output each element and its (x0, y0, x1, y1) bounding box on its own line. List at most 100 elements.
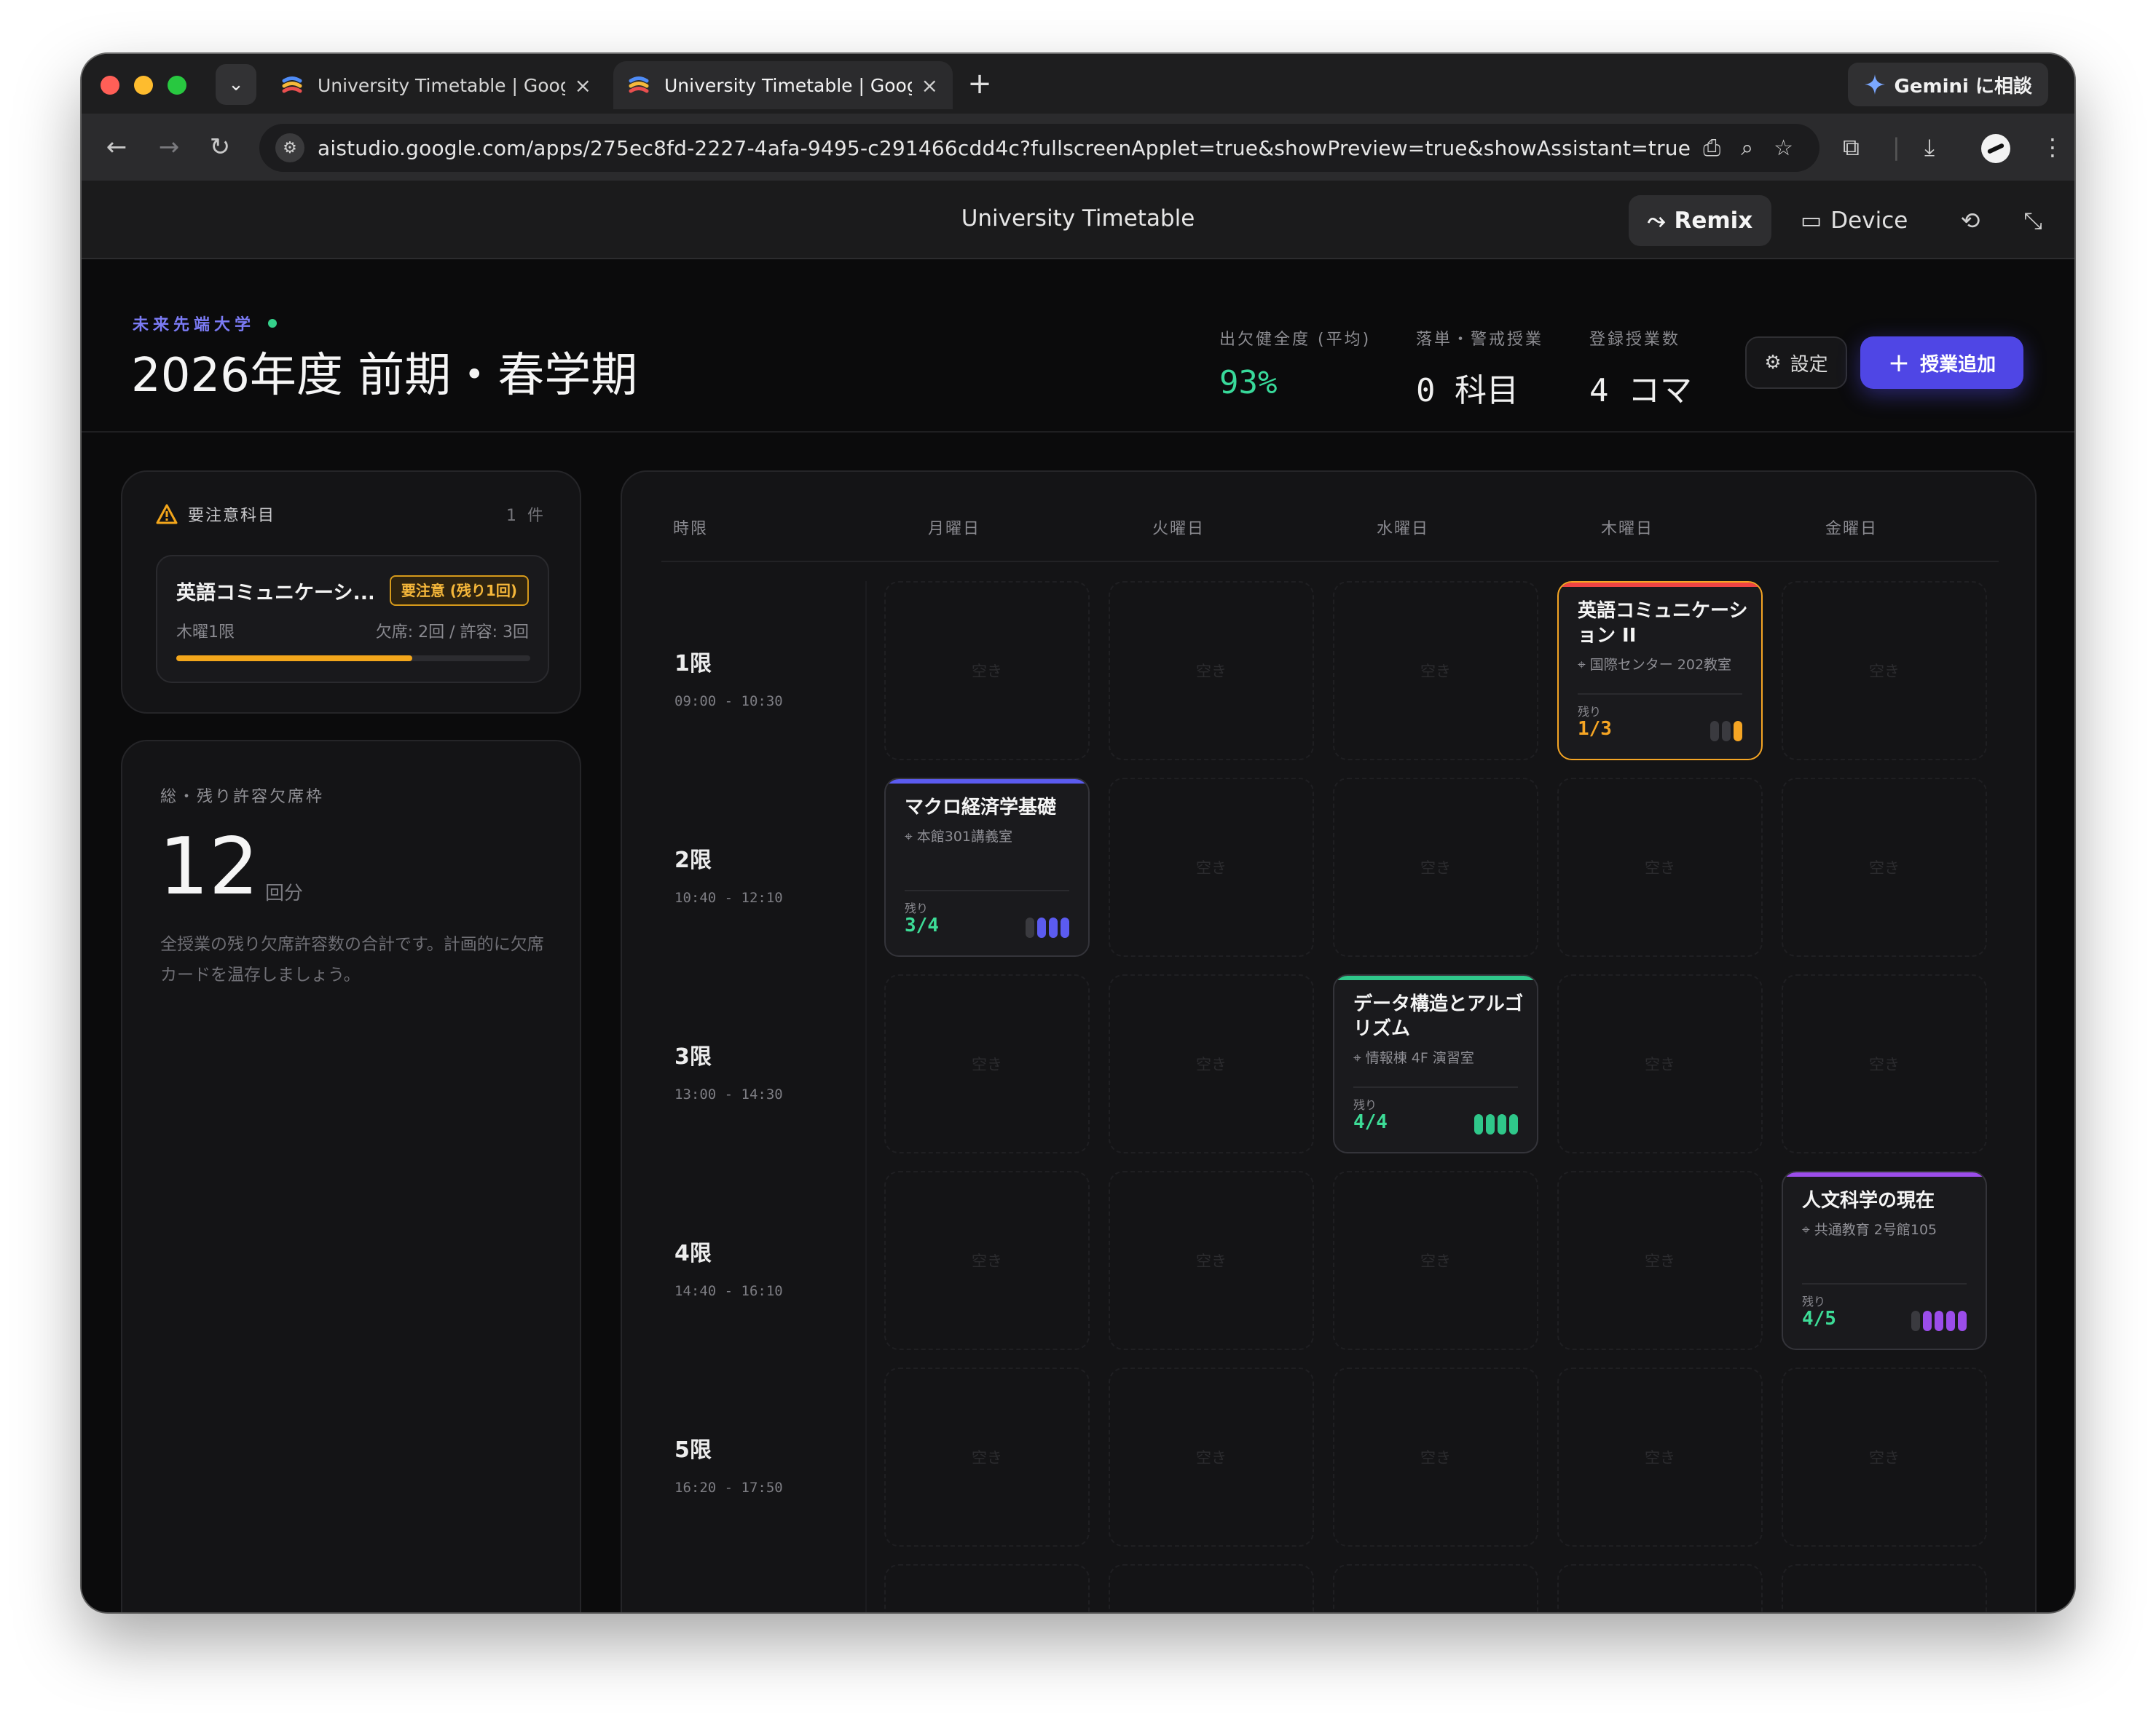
tab-search-button[interactable]: ⌄ (216, 64, 256, 105)
browser-tab-1[interactable]: University Timetable | Google AI Studio … (267, 61, 606, 109)
attendance-pip (1474, 1114, 1483, 1135)
empty-slot[interactable]: 空き (1333, 1368, 1538, 1547)
course-card[interactable]: データ構造とアルゴリズム ⌖ 情報棟 4F 演習室 残り 4/4 (1333, 974, 1538, 1153)
url-text[interactable]: aistudio.google.com/apps/275ec8fd-2227-4… (318, 136, 1691, 160)
bookmark-star-icon[interactable]: ☆ (1774, 135, 1793, 161)
empty-slot[interactable]: 空き (1557, 1171, 1763, 1350)
period-time: 09:00 - 10:30 (674, 693, 783, 709)
empty-slot-label: 空き (1645, 1449, 1675, 1467)
add-course-button[interactable]: + 授業追加 (1860, 336, 2023, 389)
empty-slot[interactable]: 空き (1782, 974, 1987, 1153)
remaining-caption: 残り (905, 902, 929, 915)
empty-slot[interactable]: 空き (1333, 1171, 1538, 1350)
exit-fullscreen-icon[interactable]: ⤡ (2015, 202, 2051, 239)
stat-value: 4 コマ (1589, 372, 1692, 409)
empty-slot[interactable]: 空き (1782, 581, 1987, 760)
close-icon[interactable]: × (575, 74, 591, 98)
reload-icon[interactable]: ↻ (202, 130, 237, 165)
empty-slot[interactable] (884, 1564, 1090, 1612)
empty-slot[interactable]: 空き (884, 974, 1090, 1153)
attendance-pip (1734, 721, 1742, 741)
extensions-icon[interactable]: ⧉ (1843, 130, 1860, 165)
gemini-sparkle-icon (1864, 74, 1885, 95)
attendance-pip (1923, 1311, 1932, 1331)
period-name: 2限 (674, 848, 712, 873)
browser-tab-2[interactable]: University Timetable | Google AI Studio … (613, 61, 953, 109)
attendance-pip (1946, 1311, 1955, 1331)
day-column-header: 水曜日 (1377, 520, 1430, 538)
course-room-text: 本館301講義室 (916, 829, 1013, 845)
warning-panel: 要注意科目 1 件 英語コミュニケーシ... 要注意 (残り1回) 木曜1限 欠… (121, 470, 581, 714)
zoom-icon[interactable]: ⌕ (1741, 135, 1753, 161)
attendance-pips (1026, 918, 1069, 938)
empty-slot[interactable]: 空き (1557, 974, 1763, 1153)
back-icon[interactable]: ← (99, 130, 134, 165)
course-card[interactable]: マクロ経済学基礎 ⌖ 本館301講義室 残り 3/4 (884, 778, 1090, 957)
empty-slot[interactable]: 空き (1109, 1171, 1314, 1350)
empty-slot[interactable]: 空き (884, 1171, 1090, 1350)
tab-title: University Timetable | Google AI Studio (318, 74, 565, 96)
minimize-window-button[interactable] (134, 76, 153, 95)
close-window-button[interactable] (101, 76, 119, 95)
gear-icon: ⚙ (1764, 352, 1782, 374)
remix-button[interactable]: ⤳ Remix (1629, 195, 1771, 246)
gemini-button[interactable]: Gemini に相談 (1847, 63, 2048, 106)
period-name: 3限 (674, 1044, 712, 1070)
settings-button[interactable]: ⚙ 設定 (1745, 336, 1847, 389)
ai-studio-favicon-icon (629, 76, 649, 93)
timetable-panel: 時限 月曜日 火曜日 水曜日 木曜日 金曜日 1限 09:00 - 10:30 2限 10:4… (621, 470, 2037, 1612)
empty-slot-label: 空き (1196, 1252, 1227, 1270)
period-label: 3限 13:00 - 14:30 (674, 1038, 783, 1102)
empty-slot[interactable]: 空き (1557, 778, 1763, 957)
empty-slot[interactable]: 空き (884, 1368, 1090, 1547)
card-divider (905, 890, 1069, 891)
more-menu-icon[interactable]: ⋮ (2041, 130, 2064, 165)
attendance-pips (1710, 721, 1742, 741)
device-button[interactable]: ▭ Device (1801, 195, 1908, 246)
course-remaining: 4/4 (1353, 1111, 1388, 1133)
install-app-icon[interactable]: ⎙ (1703, 135, 1720, 161)
close-icon[interactable]: × (921, 74, 938, 98)
new-tab-button[interactable]: + (961, 66, 998, 102)
empty-slot[interactable]: 空き (1109, 974, 1314, 1153)
attendance-pip (1486, 1114, 1495, 1135)
period-label: 2限 10:40 - 12:10 (674, 842, 783, 906)
warning-triangle-icon (156, 504, 178, 524)
period-time: 10:40 - 12:10 (674, 890, 783, 906)
address-bar[interactable]: ⚙ aistudio.google.com/apps/275ec8fd-2227… (259, 124, 1819, 172)
card-divider (1802, 1283, 1967, 1285)
empty-slot[interactable]: 空き (1333, 778, 1538, 957)
period-name: 4限 (674, 1241, 712, 1266)
course-card[interactable]: 人文科学の現在 ⌖ 共通教育 2号館105 残り 4/5 (1782, 1171, 1987, 1350)
warning-course-item[interactable]: 英語コミュニケーシ... 要注意 (残り1回) 木曜1限 欠席: 2回 / 許容… (156, 555, 549, 683)
refresh-applet-icon[interactable]: ⟲ (1952, 202, 1988, 239)
tab-title: University Timetable | Google AI Studio (664, 74, 912, 96)
empty-slot[interactable] (1557, 1564, 1763, 1612)
attendance-pip (1935, 1311, 1943, 1331)
download-icon[interactable]: ⤓ (1924, 130, 1935, 165)
profile-avatar[interactable] (1981, 134, 2010, 163)
empty-slot[interactable]: 空き (884, 581, 1090, 760)
empty-slot[interactable] (1782, 1564, 1987, 1612)
forward-icon[interactable]: → (152, 130, 186, 165)
site-info-icon[interactable]: ⚙ (275, 133, 304, 162)
location-pin-icon: ⌖ (1353, 1050, 1366, 1066)
day-column-header: 金曜日 (1825, 520, 1878, 538)
maximize-window-button[interactable] (168, 76, 186, 95)
card-divider (1353, 1086, 1518, 1088)
empty-slot[interactable]: 空き (1109, 581, 1314, 760)
empty-slot-label: 空き (972, 1449, 1002, 1467)
course-room-text: 情報棟 4F 演習室 (1365, 1050, 1474, 1066)
empty-slot[interactable]: 空き (1782, 778, 1987, 957)
location-pin-icon: ⌖ (1578, 657, 1590, 673)
empty-slot[interactable] (1333, 1564, 1538, 1612)
status-dot-icon (268, 319, 278, 328)
empty-slot[interactable] (1109, 1564, 1314, 1612)
empty-slot[interactable]: 空き (1333, 581, 1538, 760)
empty-slot[interactable]: 空き (1557, 1368, 1763, 1547)
empty-slot[interactable]: 空き (1782, 1368, 1987, 1547)
empty-slot[interactable]: 空き (1109, 778, 1314, 957)
course-card[interactable]: 英語コミュニケーション II ⌖ 国際センター 202教室 残り 1/3 (1557, 581, 1763, 760)
empty-slot[interactable]: 空き (1109, 1368, 1314, 1547)
empty-slot-label: 空き (1196, 859, 1227, 877)
